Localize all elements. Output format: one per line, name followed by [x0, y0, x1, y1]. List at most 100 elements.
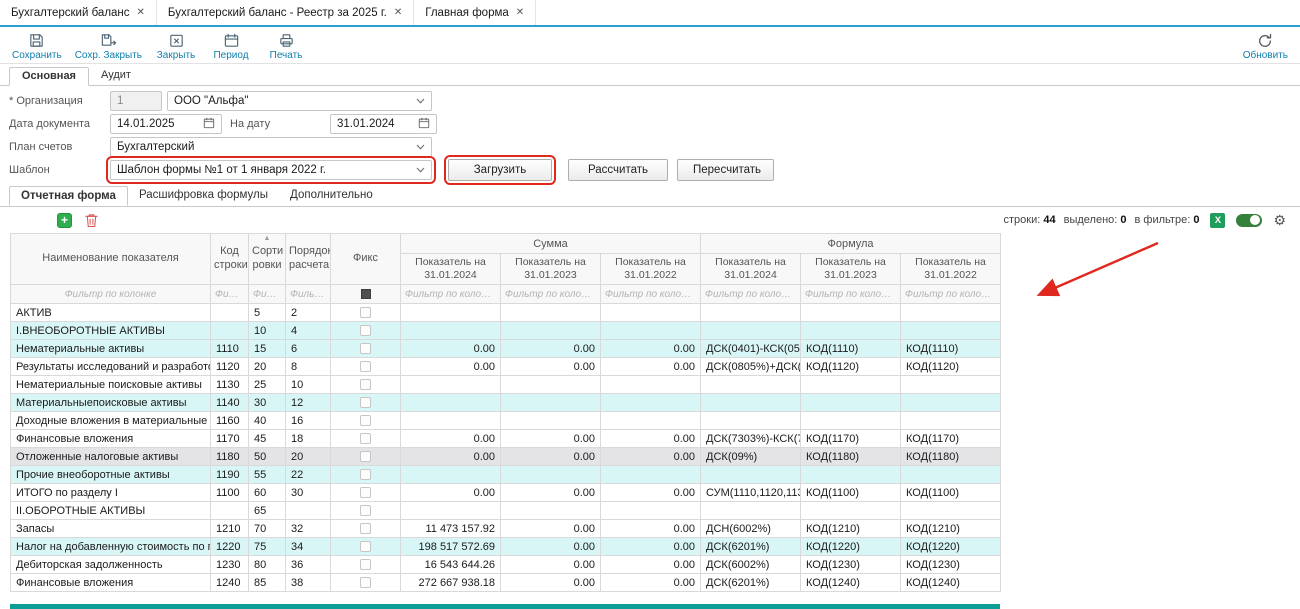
formula-2024-cell: ДСК(7303%)-КСК(73... — [701, 430, 801, 448]
table-row[interactable]: Нематериальные активы 1110 15 6 0.00 0.0… — [11, 340, 1001, 358]
tab-main[interactable]: Основная — [9, 67, 89, 86]
sort-cell: 70 — [249, 520, 286, 538]
filter-input-code[interactable]: Фильтр по колонке — [215, 289, 244, 300]
filter-input-formula-2022[interactable]: Фильтр по колонке — [905, 289, 996, 300]
table-row[interactable]: Налог на добавленную стоимость по пр... … — [11, 538, 1001, 556]
tab-formula-details[interactable]: Расшифровка формулы — [128, 186, 279, 206]
print-button[interactable]: Печать — [265, 32, 307, 61]
save-button[interactable]: Сохранить — [12, 32, 62, 61]
column-header-code[interactable]: Код строки — [211, 234, 249, 285]
filter-input-order[interactable]: Фильтр по колонке — [290, 289, 326, 300]
doc-date-field[interactable]: 14.01.2025 — [110, 114, 222, 134]
selected-count-value: 0 — [1120, 214, 1126, 226]
table-row[interactable]: Результаты исследований и разработок 112… — [11, 358, 1001, 376]
filter-input-sum-2024[interactable]: Фильтр по колонке — [405, 289, 496, 300]
filter-input-sort[interactable]: Фильтр по колонке — [253, 289, 281, 300]
gear-icon[interactable]: ⚙ — [1273, 213, 1286, 227]
organization-select[interactable]: ООО "Альфа" — [167, 91, 432, 111]
fix-checkbox[interactable] — [360, 577, 371, 588]
table-row[interactable]: Материальныепоисковые активы 1140 30 12 — [11, 394, 1001, 412]
table-row[interactable]: АКТИВ 5 2 — [11, 304, 1001, 322]
delete-row-button[interactable] — [85, 213, 98, 228]
column-header-order[interactable]: Порядок расчета — [286, 234, 331, 285]
column-header-formula-2023[interactable]: Показатель на 31.01.2023 — [801, 254, 901, 285]
column-header-sort[interactable]: ▲ Сорти ровки — [249, 234, 286, 285]
table-row[interactable]: Отложенные налоговые активы 1180 50 20 0… — [11, 448, 1001, 466]
fix-checkbox[interactable] — [360, 505, 371, 516]
filter-input-sum-2023[interactable]: Фильтр по колонке — [505, 289, 596, 300]
table-row[interactable]: Дебиторская задолженность 1230 80 36 16 … — [11, 556, 1001, 574]
filter-input-sum-2022[interactable]: Фильтр по колонке — [605, 289, 696, 300]
filter-input-formula-2023[interactable]: Фильтр по колонке — [805, 289, 896, 300]
refresh-button[interactable]: Обновить — [1243, 32, 1288, 61]
load-button[interactable]: Загрузить — [448, 159, 552, 181]
fix-checkbox[interactable] — [360, 523, 371, 534]
fix-checkbox[interactable] — [360, 559, 371, 570]
close-icon[interactable]: ✕ — [516, 7, 524, 18]
period-button[interactable]: Период — [210, 32, 252, 61]
recalculate-button[interactable]: Пересчитать — [677, 159, 774, 181]
column-header-sum-2023[interactable]: Показатель на 31.01.2023 — [501, 254, 601, 285]
close-button[interactable]: Закрыть — [155, 32, 197, 61]
excel-export-button[interactable]: X — [1210, 213, 1225, 228]
window-tab-registry[interactable]: Бухгалтерский баланс - Реестр за 2025 г.… — [157, 0, 414, 25]
calculate-button[interactable]: Рассчитать — [568, 159, 668, 181]
table-row[interactable]: Запасы 1210 70 32 11 473 157.92 0.00 0.0… — [11, 520, 1001, 538]
tab-report-form[interactable]: Отчетная форма — [9, 186, 128, 206]
add-row-button[interactable]: + — [57, 213, 72, 228]
column-header-formula-2024[interactable]: Показатель на 31.01.2024 — [701, 254, 801, 285]
table-bottom-strip — [10, 604, 1000, 609]
fix-checkbox[interactable] — [360, 307, 371, 318]
window-tab-main-form[interactable]: Главная форма ✕ — [414, 0, 536, 25]
calendar-icon[interactable] — [418, 117, 430, 132]
template-select[interactable]: Шаблон формы №1 от 1 января 2022 г. — [110, 160, 432, 180]
line-code-cell: 1230 — [211, 556, 249, 574]
fix-checkbox[interactable] — [360, 379, 371, 390]
line-code-cell: 1180 — [211, 448, 249, 466]
fix-checkbox[interactable] — [360, 469, 371, 480]
table-row[interactable]: Доходные вложения в материальные ц... 11… — [11, 412, 1001, 430]
table-row[interactable]: Нематериальные поисковые активы 1130 25 … — [11, 376, 1001, 394]
fix-checkbox[interactable] — [360, 361, 371, 372]
fix-checkbox[interactable] — [360, 325, 371, 336]
window-tab-balance[interactable]: Бухгалтерский баланс ✕ — [0, 0, 157, 25]
table-row[interactable]: Финансовые вложения 1240 85 38 272 667 9… — [11, 574, 1001, 592]
tab-audit[interactable]: Аудит — [89, 67, 143, 86]
selected-count-label: выделено: — [1064, 214, 1118, 226]
column-header-fix[interactable]: Фикс — [331, 234, 401, 285]
save-close-button[interactable]: Сохр. Закрыть — [75, 32, 142, 61]
filter-input-name[interactable]: Фильтр по колонке — [15, 289, 206, 300]
fix-filter-checkbox[interactable] — [361, 289, 371, 299]
fix-checkbox[interactable] — [360, 541, 371, 552]
formula-2023-cell: КОД(1210) — [801, 520, 901, 538]
table-row[interactable]: Финансовые вложения 1170 45 18 0.00 0.00… — [11, 430, 1001, 448]
chart-of-accounts-select[interactable]: Бухгалтерский — [110, 137, 432, 157]
fix-checkbox[interactable] — [360, 433, 371, 444]
toggle-switch[interactable] — [1236, 214, 1262, 227]
fix-checkbox[interactable] — [360, 451, 371, 462]
table-row[interactable]: I.ВНЕОБОРОТНЫЕ АКТИВЫ 10 4 — [11, 322, 1001, 340]
fix-cell — [331, 358, 401, 376]
grid-toolbar: + строки: 44 выделено: 0 в фильтре: 0 X … — [0, 207, 1300, 233]
filter-input-formula-2024[interactable]: Фильтр по колонке — [705, 289, 796, 300]
indicator-name-cell: Запасы — [11, 520, 211, 538]
column-header-sum-2022[interactable]: Показатель на 31.01.2022 — [601, 254, 701, 285]
fix-checkbox[interactable] — [360, 415, 371, 426]
table-row[interactable]: Прочие внеоборотные активы 1190 55 22 — [11, 466, 1001, 484]
column-header-formula-2022[interactable]: Показатель на 31.01.2022 — [901, 254, 1001, 285]
close-icon[interactable]: ✕ — [137, 7, 145, 18]
column-header-sum-2024[interactable]: Показатель на 31.01.2024 — [401, 254, 501, 285]
fix-checkbox[interactable] — [360, 343, 371, 354]
column-header-name[interactable]: Наименование показателя — [11, 234, 211, 285]
table-row[interactable]: ИТОГО по разделу I 1100 60 30 0.00 0.00 … — [11, 484, 1001, 502]
table-row[interactable]: II.ОБОРОТНЫЕ АКТИВЫ 65 — [11, 502, 1001, 520]
filter-cell: Фильтр по колонке — [801, 285, 901, 304]
fix-checkbox[interactable] — [360, 487, 371, 498]
formula-2024-cell: ДСК(09%) — [701, 448, 801, 466]
tab-additional[interactable]: Дополнительно — [279, 186, 384, 206]
on-date-field[interactable]: 31.01.2024 — [330, 114, 437, 134]
close-icon[interactable]: ✕ — [394, 7, 402, 18]
sum-2022-cell: 0.00 — [601, 448, 701, 466]
fix-checkbox[interactable] — [360, 397, 371, 408]
calendar-icon[interactable] — [203, 117, 215, 132]
